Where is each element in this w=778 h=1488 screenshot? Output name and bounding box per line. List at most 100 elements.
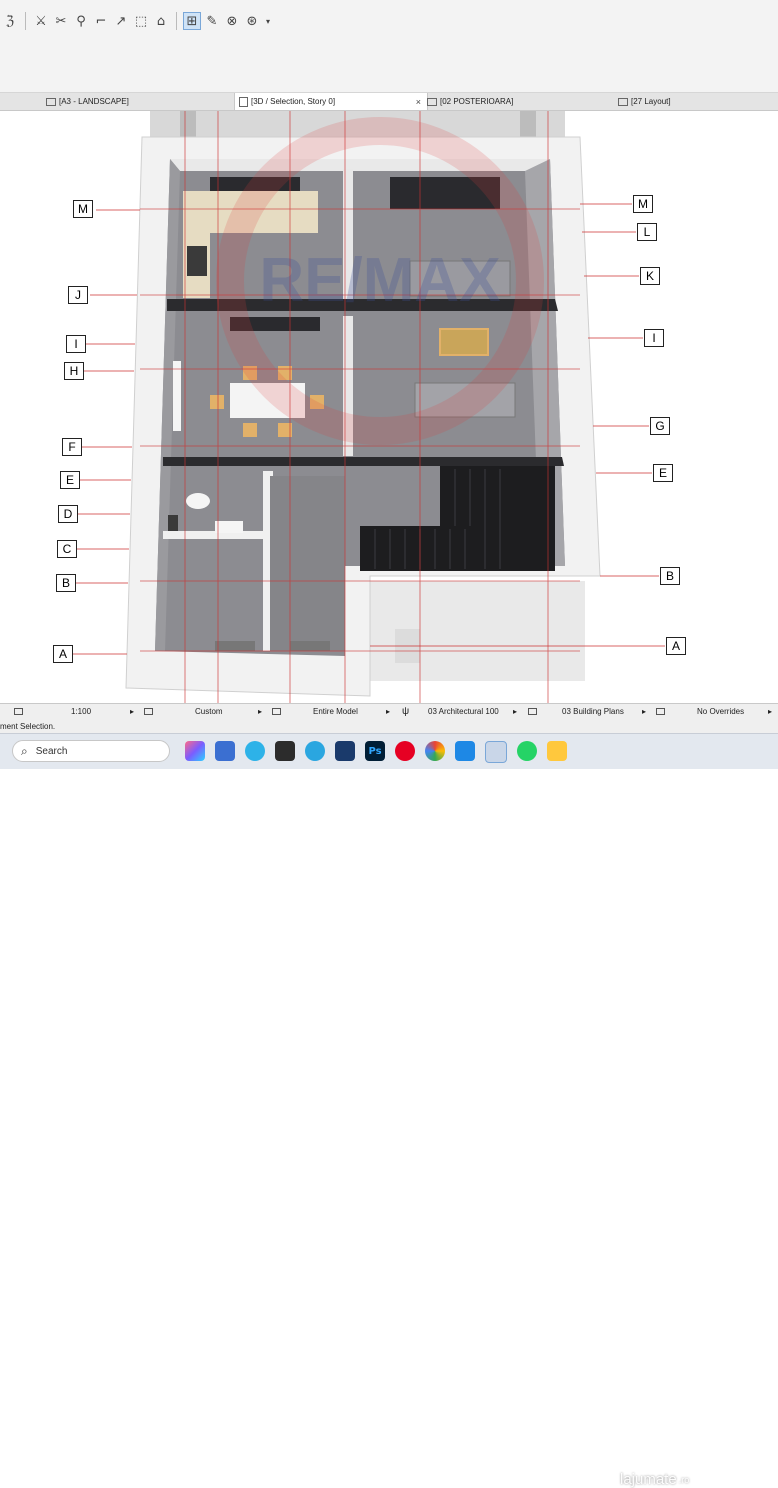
axis-label-right: B	[660, 567, 680, 585]
tab-02-posterioara[interactable]: [02 POSTERIOARA]	[427, 93, 612, 110]
grid-snap-icon[interactable]: ⊞	[183, 12, 201, 30]
copilot-icon[interactable]	[185, 741, 205, 761]
axis-label-right: L	[637, 223, 657, 241]
axis-label-left: H	[64, 362, 84, 380]
archicad-active-icon[interactable]	[485, 741, 507, 763]
archicad-icon[interactable]	[335, 741, 355, 761]
remax-watermark: RE/MAX	[259, 246, 500, 315]
cooktop	[187, 246, 207, 276]
pen-arrow-icon[interactable]: ▸	[513, 704, 517, 719]
tab-label: [02 POSTERIOARA]	[440, 97, 514, 106]
layer-arrow-icon[interactable]: ▸	[258, 704, 262, 719]
tab-a3-landscape[interactable]: [A3 - LANDSCAPE]	[46, 93, 231, 110]
bench	[215, 641, 255, 651]
axis-label-left: B	[56, 574, 76, 592]
override-icon[interactable]	[656, 704, 669, 719]
dimension-icon[interactable]	[528, 704, 541, 719]
telegram-icon[interactable]	[305, 741, 325, 761]
elevation-icon	[427, 97, 437, 106]
store-icon[interactable]	[215, 741, 235, 761]
layout-icon	[618, 97, 628, 106]
axis-label-left: A	[53, 645, 73, 663]
paint-icon[interactable]: ⊛	[243, 12, 261, 30]
building-plans-value[interactable]: 03 Building Plans	[562, 704, 624, 719]
model-view-value[interactable]: Entire Model	[313, 704, 358, 719]
shower	[168, 515, 178, 531]
tab-27-layout[interactable]: [27 Layout]	[618, 93, 778, 110]
3d-viewport[interactable]: RE/MAX M J I H F E D C B A M L K I G E B…	[0, 111, 778, 703]
axis-label-right: A	[666, 637, 686, 655]
pen-set-value[interactable]: 03 Architectural 100	[428, 704, 499, 719]
cube-icon	[239, 96, 248, 107]
arrow-icon[interactable]: ↗	[112, 12, 130, 30]
scale-arrow-icon[interactable]: ▸	[130, 704, 134, 719]
lajumate-watermark: lajumate .ro	[620, 1471, 689, 1488]
house-icon[interactable]: ⌂	[152, 12, 170, 30]
toolbar-separator	[176, 12, 177, 30]
file-explorer-icon[interactable]	[547, 741, 567, 761]
axis-label-left: I	[66, 335, 86, 353]
search-icon: ⌕	[21, 743, 28, 758]
toolbar-separator	[25, 12, 26, 30]
beam	[163, 457, 564, 466]
scissors-icon[interactable]: ✂	[52, 12, 70, 30]
taskbar-apps: Ps	[180, 741, 572, 763]
message-bar: ment Selection.	[0, 719, 778, 733]
scale-value[interactable]: 1:100	[71, 704, 91, 719]
axis-label-left: D	[58, 505, 78, 523]
teamviewer-icon[interactable]	[275, 741, 295, 761]
model-arrow-icon[interactable]: ▸	[386, 704, 390, 719]
overrides-value[interactable]: No Overrides	[697, 704, 744, 719]
axis-label-right: M	[633, 195, 653, 213]
model-icon	[272, 708, 281, 715]
sync-icon[interactable]	[245, 741, 265, 761]
taskbar: ⌕ Search Ps lajumate .ro	[0, 733, 778, 1488]
view-tabs: [A3 - LANDSCAPE] [3D / Selection, Story …	[0, 93, 778, 111]
close-icon[interactable]: ×	[416, 97, 421, 107]
layer-combo-icon[interactable]	[144, 704, 157, 719]
selection-icon[interactable]: ℨ	[1, 12, 19, 30]
whatsapp-icon[interactable]	[517, 741, 537, 761]
layers-icon	[144, 708, 153, 715]
magic-wand-icon[interactable]: ⚲	[72, 12, 90, 30]
overrides-arrow-icon[interactable]: ▸	[768, 704, 772, 719]
axis-label-right: G	[650, 417, 670, 435]
pinterest-icon[interactable]	[395, 741, 415, 761]
vpn-icon[interactable]	[455, 741, 475, 761]
model-view-icon[interactable]	[272, 704, 285, 719]
floor-plan-3d: RE/MAX	[72, 111, 665, 703]
photoshop-icon[interactable]: Ps	[365, 741, 385, 761]
chrome-icon[interactable]	[425, 741, 445, 761]
axis-label-right: I	[644, 329, 664, 347]
exterior-terrace	[360, 581, 585, 681]
globe-icon[interactable]: ⊗	[223, 12, 241, 30]
toolbar: ℨ ⚔ ✂ ⚲ ⌐ ↗ ⬚ ⌂ ⊞ ✎ ⊗ ⊛ ▾	[0, 0, 778, 93]
axis-label-right: E	[653, 464, 673, 482]
scale-control[interactable]	[14, 704, 27, 719]
tab-label: [A3 - LANDSCAPE]	[59, 97, 129, 106]
plans-arrow-icon[interactable]: ▸	[642, 704, 646, 719]
axis-label-left: C	[57, 540, 77, 558]
frame-icon[interactable]: ⬚	[132, 12, 150, 30]
plans-icon	[528, 708, 537, 715]
roof-gap	[180, 111, 196, 137]
trim-icon[interactable]: ⚔	[32, 12, 50, 30]
pen-set-icon[interactable]: ψ	[402, 704, 409, 719]
hall-floor	[270, 476, 345, 651]
bench	[290, 641, 330, 651]
pencil-icon[interactable]: ✎	[203, 12, 221, 30]
tab-label: [3D / Selection, Story 0]	[251, 97, 336, 106]
axis-label-left: J	[68, 286, 88, 304]
chevron-down-icon[interactable]: ▾	[263, 12, 273, 30]
corner-icon[interactable]: ⌐	[92, 12, 110, 30]
chair	[210, 395, 224, 409]
axis-label-left: E	[60, 471, 80, 489]
tab-label: [27 Layout]	[631, 97, 671, 106]
tab-3d-selection[interactable]: [3D / Selection, Story 0] ×	[234, 93, 428, 110]
layer-combo-value[interactable]: Custom	[195, 704, 223, 719]
override-box-icon	[656, 708, 665, 715]
layout-icon	[46, 97, 56, 106]
search-box[interactable]: ⌕ Search	[12, 740, 170, 762]
sink	[215, 521, 243, 533]
tool-row: ℨ ⚔ ✂ ⚲ ⌐ ↗ ⬚ ⌂ ⊞ ✎ ⊗ ⊛ ▾	[0, 8, 274, 34]
